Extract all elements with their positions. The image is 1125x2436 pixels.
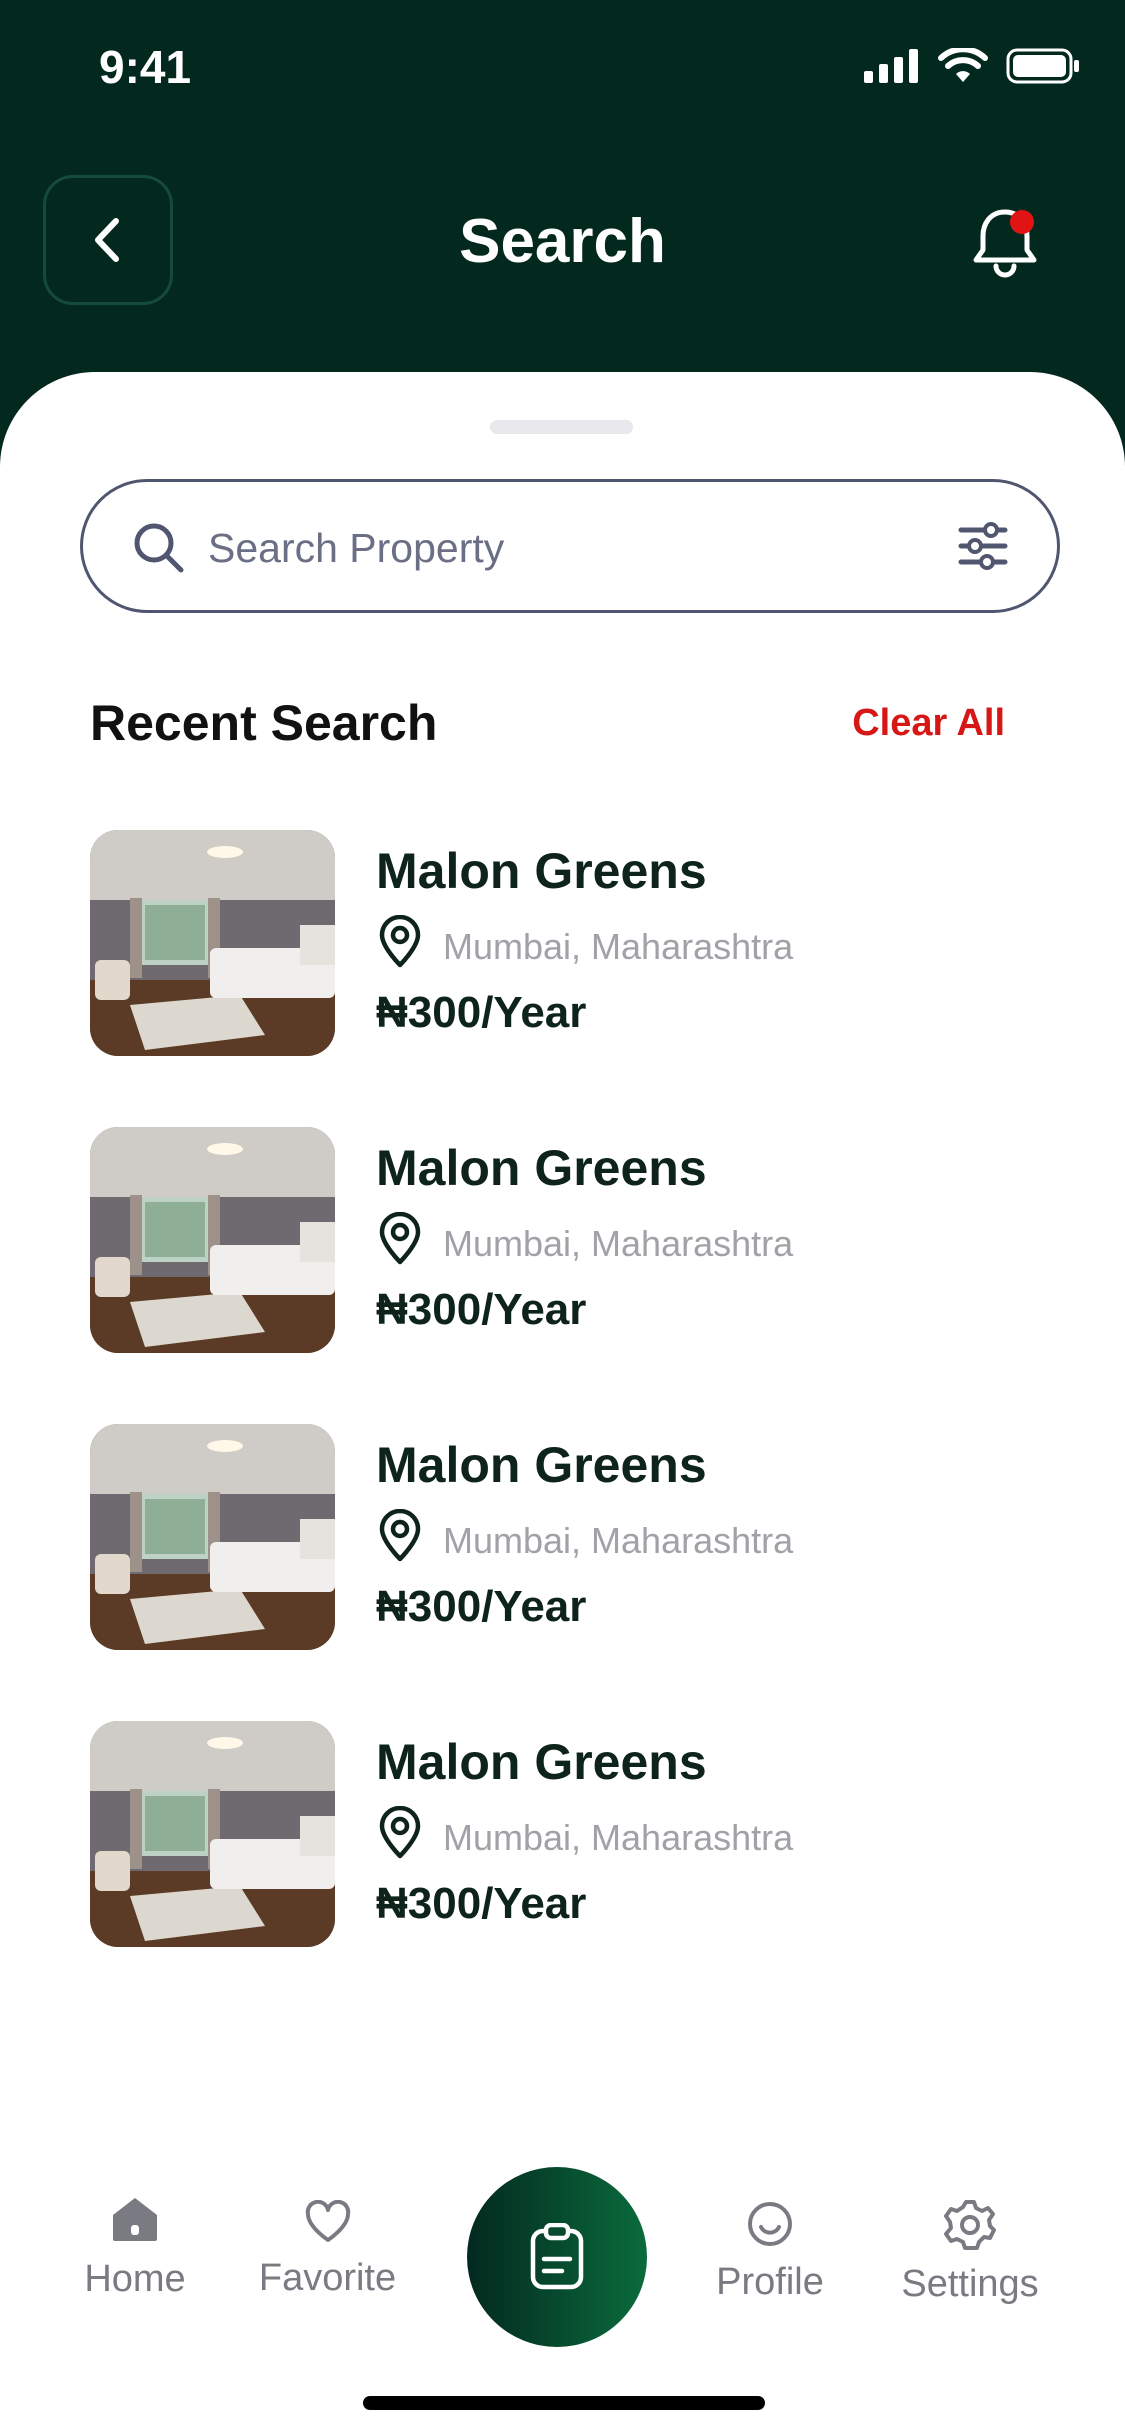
location-pin-icon bbox=[379, 1212, 421, 1265]
wifi-icon bbox=[938, 48, 988, 82]
nav-favorite[interactable]: Favorite bbox=[250, 2199, 405, 2300]
location-pin-icon bbox=[379, 1806, 421, 1859]
list-item[interactable]: Malon Greens Mumbai, Maharashtra ₦300/Ye… bbox=[0, 1127, 1125, 1353]
nav-settings[interactable]: Settings bbox=[890, 2198, 1050, 2306]
heart-icon bbox=[305, 2199, 350, 2242]
property-name: Malon Greens bbox=[376, 843, 707, 899]
nav-favorite-label: Favorite bbox=[258, 2257, 397, 2299]
list-item[interactable]: Malon Greens Mumbai, Maharashtra ₦300/Ye… bbox=[0, 1424, 1125, 1650]
search-input[interactable]: Search Property bbox=[80, 479, 1060, 613]
gear-icon bbox=[944, 2200, 996, 2250]
home-icon bbox=[113, 2198, 157, 2241]
search-screen: 9:41 Search Search Property Recent Searc… bbox=[0, 0, 1125, 2436]
search-icon bbox=[134, 523, 184, 573]
status-time: 9:41 bbox=[99, 41, 192, 93]
content-sheet: Search Property Recent Search Clear All bbox=[0, 372, 1125, 2436]
location-pin-icon bbox=[379, 915, 421, 968]
home-indicator bbox=[363, 2396, 765, 2410]
filter-sliders-icon[interactable] bbox=[957, 520, 1009, 572]
property-location: Mumbai, Maharashtra bbox=[443, 1520, 794, 1561]
property-thumbnail bbox=[90, 1127, 335, 1353]
page-title: Search bbox=[459, 207, 666, 276]
nav-home-label: Home bbox=[84, 2258, 186, 2300]
property-name: Malon Greens bbox=[376, 1140, 707, 1196]
nav-home[interactable]: Home bbox=[70, 2195, 200, 2301]
nav-profile-label: Profile bbox=[716, 2261, 824, 2303]
location-pin-icon bbox=[379, 1509, 421, 1562]
search-placeholder: Search Property bbox=[208, 525, 505, 571]
property-name: Malon Greens bbox=[376, 1437, 707, 1493]
property-thumbnail bbox=[90, 1721, 335, 1947]
nav-profile[interactable]: Profile bbox=[705, 2200, 835, 2304]
property-location: Mumbai, Maharashtra bbox=[443, 926, 794, 967]
center-action-button[interactable] bbox=[467, 2167, 647, 2347]
clear-all-button[interactable]: Clear All bbox=[852, 702, 1005, 745]
notification-bell-icon[interactable] bbox=[970, 200, 1040, 280]
clipboard-icon bbox=[530, 2223, 584, 2290]
list-item[interactable]: Malon Greens Mumbai, Maharashtra ₦300/Ye… bbox=[0, 830, 1125, 1056]
property-thumbnail bbox=[90, 830, 335, 1056]
property-location: Mumbai, Maharashtra bbox=[443, 1817, 794, 1858]
signal-icon bbox=[864, 49, 918, 83]
property-price: ₦300/Year bbox=[376, 1285, 587, 1334]
nav-settings-label: Settings bbox=[901, 2263, 1039, 2305]
property-price: ₦300/Year bbox=[376, 1879, 587, 1928]
property-thumbnail bbox=[90, 1424, 335, 1650]
list-item[interactable]: Malon Greens Mumbai, Maharashtra ₦300/Ye… bbox=[0, 1721, 1125, 1947]
drag-handle[interactable] bbox=[490, 420, 633, 434]
property-price: ₦300/Year bbox=[376, 988, 587, 1037]
smile-icon bbox=[748, 2202, 792, 2246]
status-icons bbox=[864, 48, 1080, 84]
property-name: Malon Greens bbox=[376, 1734, 707, 1790]
property-location: Mumbai, Maharashtra bbox=[443, 1223, 794, 1264]
battery-icon bbox=[1006, 48, 1079, 84]
property-price: ₦300/Year bbox=[376, 1582, 587, 1631]
recent-search-title: Recent Search bbox=[90, 695, 438, 751]
